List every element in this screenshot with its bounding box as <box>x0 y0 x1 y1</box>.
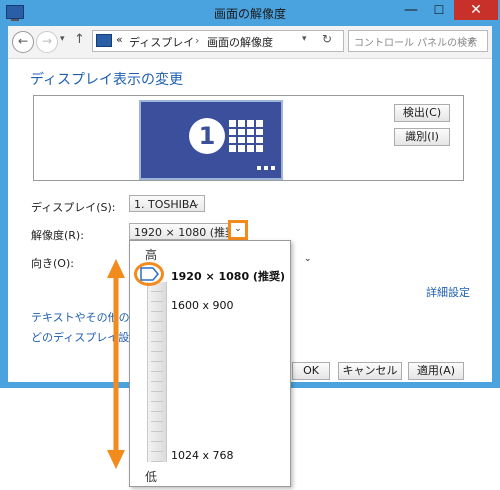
ok-button[interactable]: OK <box>292 362 330 380</box>
monitor-1-preview[interactable]: 1 <box>139 100 283 180</box>
refresh-icon[interactable]: ↻ <box>322 32 332 46</box>
slider-high-label: 高 <box>145 248 158 262</box>
resolution-label: 解像度(R): <box>31 229 84 242</box>
maximize-button[interactable]: ☐ <box>426 0 452 20</box>
display-select[interactable]: 1. TOSHIBA ⌄ <box>129 195 205 212</box>
slider-thumb[interactable] <box>140 267 160 281</box>
resolution-select-value: 1920 × 1080 (推奨) <box>134 226 241 239</box>
orientation-label: 向き(O): <box>31 257 74 270</box>
slider-track[interactable] <box>147 282 167 462</box>
breadcrumb-separator: › <box>195 34 200 47</box>
back-arrow-icon[interactable]: ← <box>12 31 34 53</box>
breadcrumb-item-display[interactable]: ディスプレイ <box>129 34 194 50</box>
control-panel-icon <box>96 34 112 47</box>
slider-low-label: 低 <box>145 470 158 484</box>
resolution-dropdown-chevron-icon[interactable]: ⌄ <box>228 220 248 240</box>
apply-button[interactable]: 適用(A) <box>408 362 464 380</box>
resolution-option-1024[interactable]: 1024 x 768 <box>171 449 234 462</box>
search-icon[interactable]: ⌕ <box>469 32 476 47</box>
close-button[interactable]: ✕ <box>454 0 498 20</box>
resolution-option-1920[interactable]: 1920 × 1080 (推奨) <box>171 268 285 284</box>
breadcrumb-overflow[interactable]: « <box>116 33 123 46</box>
identify-button[interactable]: 識別(I) <box>394 128 450 146</box>
page-title: ディスプレイ表示の変更 <box>30 72 184 88</box>
chevron-down-icon: ⌄ <box>192 199 200 209</box>
up-arrow-icon[interactable]: ↑ <box>74 32 85 47</box>
display-label: ディスプレイ(S): <box>31 201 116 214</box>
orientation-chevron-icon[interactable]: ⌄ <box>300 251 312 268</box>
tile-grid-icon <box>229 120 263 152</box>
search-input[interactable]: コントロール パネルの検索 <box>354 34 477 49</box>
advanced-settings-link[interactable]: 詳細設定 <box>426 284 470 300</box>
window-title: 画面の解像度 <box>213 7 286 21</box>
cancel-button[interactable]: キャンセル <box>338 362 402 380</box>
minimize-button[interactable]: — <box>398 0 424 20</box>
address-dropdown-icon[interactable]: ▾ <box>302 34 307 44</box>
up-down-arrow-icon <box>107 259 125 469</box>
breadcrumb-item-resolution[interactable]: 画面の解像度 <box>207 34 273 50</box>
resolution-option-1600[interactable]: 1600 x 900 <box>171 299 234 312</box>
detect-button[interactable]: 検出(C) <box>394 104 450 122</box>
forward-arrow-icon[interactable]: → <box>36 31 58 53</box>
monitor-number: 1 <box>189 118 225 154</box>
recent-pages-chevron-icon[interactable]: ▾ <box>60 34 65 44</box>
display-select-value: 1. TOSHIBA <box>134 198 197 211</box>
